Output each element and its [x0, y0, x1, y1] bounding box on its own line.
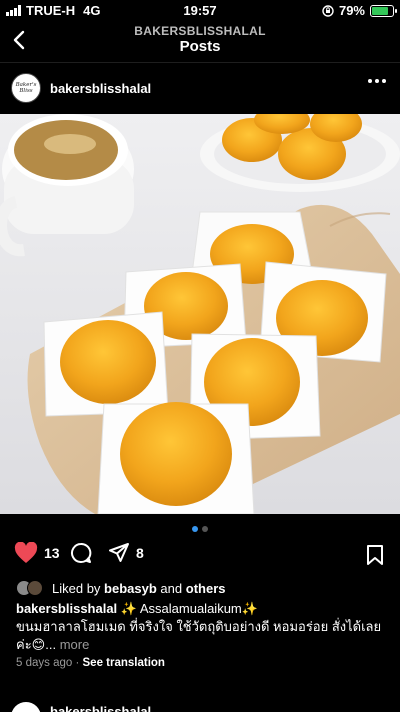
like-group: 13: [14, 542, 60, 564]
action-bar: 13 8: [0, 542, 400, 570]
caption-line-3: ค่ะ😊...: [16, 637, 57, 652]
heart-icon[interactable]: [14, 542, 38, 564]
liked-by-row[interactable]: Liked by bebasyb and others: [16, 580, 225, 596]
liked-by-and: and: [160, 580, 183, 596]
carousel-dot-active: [192, 526, 198, 532]
liked-by-user[interactable]: bebasyb: [104, 581, 157, 596]
post-caption: bakersblisshalal ✨ Assalamualaikum✨ ขนมฮ…: [16, 600, 388, 654]
next-post-avatar[interactable]: [11, 702, 41, 712]
more-options-icon[interactable]: [368, 79, 386, 83]
post-header: Baker's Bliss bakersblisshalal: [0, 70, 400, 108]
page-title: Posts: [179, 38, 221, 55]
orientation-lock-icon: [322, 4, 334, 17]
header-divider: [0, 62, 400, 63]
likes-count[interactable]: 13: [44, 545, 60, 561]
caption-username[interactable]: bakersblisshalal: [16, 601, 117, 616]
comment-group: [70, 542, 92, 564]
see-translation-link[interactable]: See translation: [83, 657, 165, 669]
custard-buns-photo: [0, 114, 400, 514]
caption-line-1: ✨ Assalamualaikum✨: [120, 601, 258, 616]
carousel-dot: [202, 526, 208, 532]
caption-line-2: ขนมฮาลาลโฮมเมด ที่จริงใจ ใช้วัตถุดิบอย่า…: [16, 619, 382, 634]
account-name-header: BAKERSBLISSHALAL: [134, 24, 266, 38]
send-icon[interactable]: [108, 542, 130, 564]
battery-icon: [370, 4, 397, 17]
carousel-indicator: [0, 526, 400, 532]
post-image[interactable]: [0, 114, 400, 514]
brand-logo: Baker's Bliss: [15, 82, 37, 94]
battery-percent: 79%: [338, 3, 365, 18]
next-post-username[interactable]: bakersblisshalal: [50, 704, 151, 712]
liked-by-others[interactable]: others: [186, 581, 226, 596]
status-right: 79%: [322, 3, 397, 18]
shares-count: 8: [136, 545, 144, 561]
avatar[interactable]: Baker's Bliss: [11, 73, 41, 103]
post-meta: 5 days ago · See translation: [16, 657, 165, 669]
liker-avatar: [27, 580, 43, 596]
meta-separator: ·: [75, 657, 80, 669]
post-timestamp: 5 days ago: [16, 657, 73, 669]
status-bar: TRUE-H 4G 19:57 79%: [0, 0, 400, 22]
bookmark-icon[interactable]: [366, 544, 384, 566]
liked-by-prefix: Liked by: [52, 580, 101, 596]
top-nav: BAKERSBLISSHALAL Posts: [0, 22, 400, 62]
liker-avatars: [16, 580, 48, 596]
more-link[interactable]: more: [60, 637, 90, 652]
post-username[interactable]: bakersblisshalal: [50, 81, 151, 96]
share-group: 8: [108, 542, 144, 564]
comment-icon[interactable]: [70, 542, 92, 564]
